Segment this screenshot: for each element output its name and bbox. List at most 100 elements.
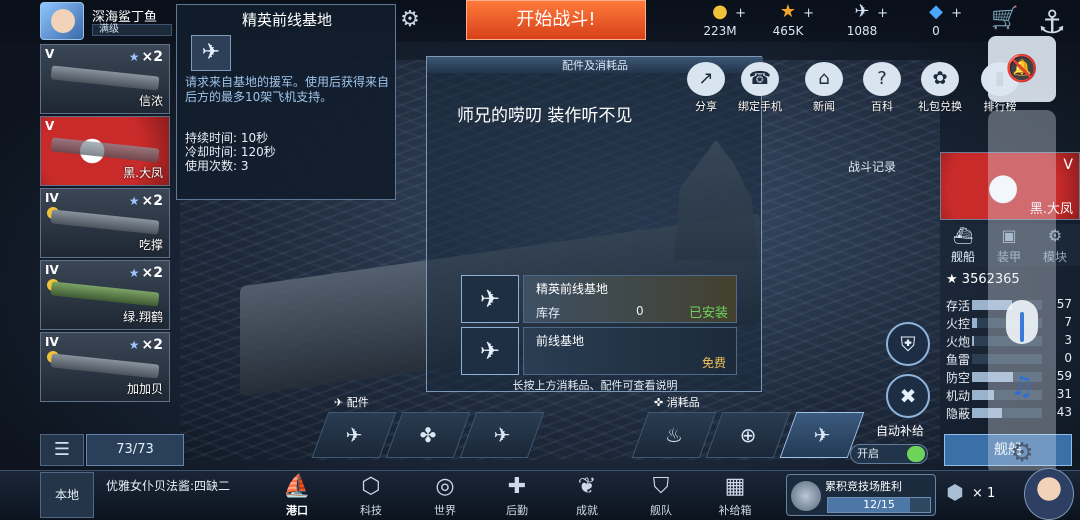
part-slot[interactable]: ✈	[459, 412, 545, 458]
item-status: 已安装	[688, 306, 728, 321]
settings-gear-icon[interactable]: ⚙	[398, 9, 422, 33]
item-status: 免费	[701, 356, 726, 370]
auto-supply-toggle[interactable]: 开启	[850, 444, 928, 464]
nav-logistics[interactable]: ✚ 后勤	[486, 472, 548, 518]
ship-name: 黑.大凤	[123, 166, 163, 180]
news-button[interactable]: ⌂ 新闻	[800, 62, 848, 113]
consumable-item[interactable]: ✈ 精英前线基地 库存 0 已安装	[461, 275, 737, 323]
star-icon: ★	[128, 338, 140, 352]
list-menu-icon[interactable]: ☰	[40, 434, 84, 466]
volume-slider[interactable]	[1006, 300, 1038, 344]
ship-card[interactable]: V ★ ×2 信浓	[40, 44, 170, 114]
nav-supply-box[interactable]: ▦ 补给箱	[704, 472, 766, 518]
stat-value: 59	[1056, 369, 1072, 383]
share-button[interactable]: ↗ 分享	[682, 62, 730, 113]
item-name: 精英前线基地	[536, 282, 609, 296]
ship-card[interactable]: IV ★ ×2 绿.翔鹤	[40, 260, 170, 330]
consumable-slot[interactable]: ⊕	[705, 412, 791, 458]
repair-button[interactable]: ✖	[886, 374, 930, 418]
add-icon: +	[735, 6, 746, 21]
wiki-button[interactable]: ? 百科	[858, 62, 906, 113]
star-icon: ★	[128, 50, 140, 64]
plane-plus-icon: ✈	[813, 423, 831, 447]
chat-channel-button[interactable]: 本地	[40, 472, 94, 518]
ship-card[interactable]: IV ★ ×2 加加贝	[40, 332, 170, 402]
plane-icon: ✈	[854, 1, 870, 22]
consumable-item[interactable]: ✈ 前线基地 免费	[461, 327, 737, 375]
item-body: 精英前线基地 库存 0 已安装	[523, 275, 737, 323]
nav-achievements[interactable]: ❦ 成就	[556, 472, 618, 518]
consumables-label: ✜ 消耗品	[654, 396, 700, 409]
propeller-icon: ✤	[419, 423, 437, 447]
parts-label: ✈ 配件	[334, 396, 369, 409]
player-avatar[interactable]	[40, 2, 84, 40]
panel-hint: 长按上方消耗品、配件可查看说明	[512, 379, 678, 392]
stat-label: 防空	[946, 371, 971, 385]
crosshair-plane-icon: ⊕	[739, 423, 757, 447]
ship-name: 吃撑	[138, 238, 163, 252]
guide-avatar[interactable]	[1024, 468, 1074, 520]
add-icon: +	[803, 6, 814, 21]
stat-value: 3	[1064, 333, 1072, 347]
ship-multiplier: ★ ×2	[128, 265, 163, 281]
player-level: 满级	[92, 24, 172, 36]
music-icon[interactable]: ♫	[1006, 372, 1038, 404]
medkit-icon: ✚	[507, 474, 527, 499]
resource-planes[interactable]: ✈ 1088 +	[822, 2, 902, 40]
nav-world[interactable]: ◎ 世界	[414, 472, 476, 518]
nav-fleet[interactable]: ⛉ 舰队	[630, 472, 692, 518]
add-icon: +	[951, 6, 962, 21]
stat-label: 鱼雷	[946, 353, 971, 367]
shield-button[interactable]: ⛨	[886, 322, 930, 366]
wings-icon: ❦	[577, 474, 597, 499]
stat-label: 火炮	[946, 335, 971, 349]
star-icon: ★	[946, 272, 962, 287]
item-body: 前线基地 免费	[523, 327, 737, 375]
ship-card[interactable]: IV ★ ×2 吃撑	[40, 188, 170, 258]
stat-value: 57	[1056, 297, 1072, 311]
nav-tech[interactable]: ⬡ 科技	[340, 472, 402, 518]
ship-tier: IV	[45, 263, 59, 277]
ship-card[interactable]: V 黑.大凤	[40, 116, 170, 186]
arena-title: 累积竞技场胜利	[825, 480, 902, 493]
consumable-slot[interactable]: ✈	[779, 412, 865, 458]
shop-cart-icon[interactable]: 🛒	[988, 6, 1022, 36]
star-icon: ★	[779, 1, 797, 22]
tooltip-description: 请求来自基地的援军。使用后获得来自后方的最多10架飞机支持。	[185, 75, 390, 104]
ship-hull	[50, 65, 160, 91]
volume-knob[interactable]	[1020, 312, 1024, 342]
part-slot[interactable]: ✤	[385, 412, 471, 458]
settings-gear-icon[interactable]: ⚙	[1006, 438, 1038, 470]
wiki-icon: ?	[863, 62, 901, 96]
battle-record-link[interactable]: 战斗记录	[848, 158, 896, 175]
ship-hull	[50, 137, 160, 163]
ship-tier: IV	[45, 335, 59, 349]
news-icon: ⌂	[805, 62, 843, 96]
skill-tooltip: 精英前线基地 ✈ 请求来自基地的援军。使用后获得来自后方的最多10架飞机支持。 …	[176, 4, 396, 200]
start-battle-button[interactable]: 开始战斗!	[466, 0, 646, 40]
mute-bell-icon[interactable]: 🔕	[988, 36, 1056, 102]
chat-message[interactable]: 优雅女仆贝法酱:四缺二	[106, 478, 246, 494]
gift-code-button[interactable]: ✿ 礼包兑换	[916, 62, 964, 113]
ship-count: 73/73	[86, 434, 184, 466]
consumable-slot[interactable]: ♨	[631, 412, 717, 458]
gift-icon: ✿	[921, 62, 959, 96]
globe-icon: ◎	[435, 474, 455, 499]
supply-box-icon: ▦	[724, 474, 746, 499]
ship-hull	[50, 353, 160, 379]
resource-diamonds[interactable]: ◆ 0 +	[896, 2, 976, 40]
star-icon: ★	[128, 266, 140, 280]
nav-port[interactable]: ⛵ 港口	[266, 472, 328, 518]
resource-stars[interactable]: ★ 465K +	[748, 2, 828, 40]
stat-value: 7	[1064, 315, 1072, 329]
tab-ship[interactable]: ⛴ 舰船	[940, 224, 986, 266]
ship-tier: V	[1063, 157, 1073, 173]
chest-icon[interactable]: ⬢	[942, 480, 968, 506]
part-slot[interactable]: ✈	[311, 412, 397, 458]
ship-list: V ★ ×2 信浓 V 黑.大凤 IV ★ ×2 吃撑 IV ★ ×2 绿.翔鹤 IV…	[40, 44, 170, 432]
bind-phone-button[interactable]: ☎ 绑定手机	[736, 62, 784, 113]
plane-plus-icon: ✈	[461, 275, 519, 323]
resource-planes-value: 1088	[846, 24, 878, 38]
tooltip-uses: 使用次数: 3	[185, 159, 249, 173]
arena-progress-card[interactable]: 累积竞技场胜利 12/15	[786, 474, 936, 516]
